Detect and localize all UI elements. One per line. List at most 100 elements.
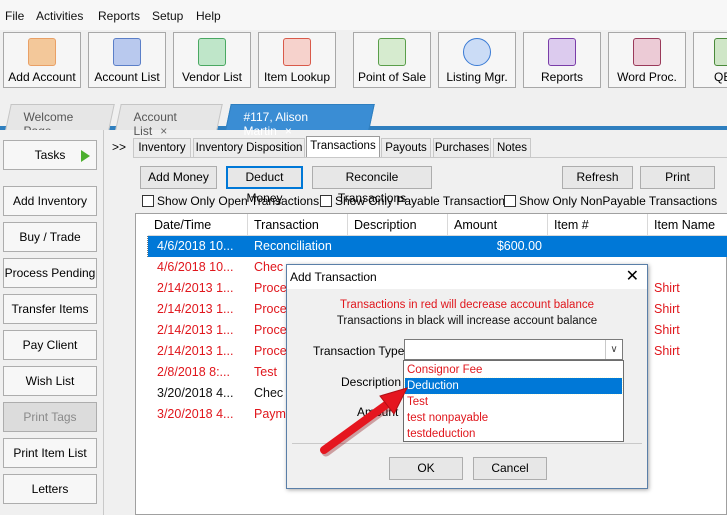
menu-file[interactable]: File (5, 9, 24, 23)
tab-inventory-disposition[interactable]: Inventory Disposition (193, 138, 305, 158)
table-row[interactable]: 4/6/2018 10... Reconciliation $600.00 (136, 236, 727, 257)
column-header-item-name[interactable]: Item Name (648, 214, 727, 236)
sidebar-buy-trade-button[interactable]: Buy / Trade (3, 222, 97, 252)
table-cell-item-name (648, 404, 727, 425)
ok-button[interactable]: OK (389, 457, 463, 480)
deduct-money-button[interactable]: Deduct Money (226, 166, 303, 205)
tab-alison-martin[interactable]: #117, Alison Martin × (225, 104, 375, 138)
increase-note: Transactions in black will increase acco… (336, 315, 598, 327)
word-processor-label: Word Proc. (617, 70, 677, 84)
reconcile-transactions-button[interactable]: Reconcile Transactions (312, 166, 432, 205)
description-label: Description (341, 375, 402, 389)
reports-button[interactable]: Reports (523, 32, 601, 88)
column-header-item-number[interactable]: Item # (548, 214, 648, 236)
checkbox-icon (142, 195, 154, 207)
sidebar-wish-list-button[interactable]: Wish List (3, 366, 97, 396)
add-account-label: Add Account (8, 70, 76, 84)
add-money-button[interactable]: Add Money (140, 166, 217, 189)
tabs-overflow-chevron[interactable]: >> (112, 140, 126, 154)
listing-manager-icon (463, 38, 491, 66)
option-testdeduction[interactable]: testdeduction (405, 426, 622, 442)
reports-label: Reports (540, 70, 584, 84)
column-header-date[interactable]: Date/Time (148, 214, 248, 236)
word-processor-button[interactable]: Word Proc. (608, 32, 686, 88)
point-of-sale-button[interactable]: Point of Sale (353, 32, 431, 88)
tab-welcome-page[interactable]: Welcome Page (5, 104, 115, 138)
payable-only-label: Show Only Payable Transactions (335, 194, 512, 208)
listing-manager-button[interactable]: Listing Mgr. (438, 32, 516, 88)
table-cell-amount: $600.00 (496, 239, 542, 253)
account-list-button[interactable]: Account List (88, 32, 166, 88)
sidebar-letters-button[interactable]: Letters (3, 474, 97, 504)
table-cell-item-name (648, 236, 727, 257)
table-cell-item-name: Shirt (654, 281, 680, 295)
quickbooks-button[interactable]: QB (693, 32, 727, 88)
menu-setup[interactable]: Setup (152, 9, 183, 23)
table-cell-date: 2/14/2013 1... (157, 302, 234, 316)
refresh-button[interactable]: Refresh (562, 166, 633, 189)
sidebar-pay-client-button[interactable]: Pay Client (3, 330, 97, 360)
payable-only-checkbox[interactable]: Show Only Payable Transactions (320, 194, 511, 208)
tab-notes[interactable]: Notes (493, 138, 531, 158)
tab-account-list-label: Account List (133, 110, 177, 138)
tab-inventory[interactable]: Inventory (133, 138, 191, 158)
table-cell-date: 2/8/2018 8:... (157, 365, 230, 379)
amount-label: Amount (357, 405, 399, 419)
dialog-title: Add Transaction (290, 270, 377, 284)
sidebar-process-pending-button[interactable]: Process Pending (3, 258, 97, 288)
tab-account-list[interactable]: Account List × (115, 104, 223, 138)
checkbox-icon (320, 195, 332, 207)
point-of-sale-icon (378, 38, 406, 66)
option-consignor-fee[interactable]: Consignor Fee (405, 362, 622, 378)
document-tab-strip: Welcome Page Account List× #117, Alison … (0, 96, 727, 138)
cancel-button[interactable]: Cancel (473, 457, 547, 480)
sidebar-transfer-items-button[interactable]: Transfer Items (3, 294, 97, 324)
menu-help[interactable]: Help (196, 9, 221, 23)
tab-purchases[interactable]: Purchases (433, 138, 491, 158)
add-account-icon (28, 38, 56, 66)
sidebar-print-item-list-button[interactable]: Print Item List (3, 438, 97, 468)
vendor-list-button[interactable]: Vendor List (173, 32, 251, 88)
sidebar-tasks-label: Tasks (34, 148, 66, 162)
column-header-transaction[interactable]: Transaction (248, 214, 348, 236)
item-lookup-icon (283, 38, 311, 66)
transaction-type-select[interactable]: ∨ (404, 339, 623, 360)
item-lookup-label: Item Lookup (263, 70, 331, 84)
account-list-icon (113, 38, 141, 66)
quickbooks-icon (714, 38, 727, 66)
sidebar-print-tags-button[interactable]: Print Tags (3, 402, 97, 432)
option-test[interactable]: Test (405, 394, 622, 410)
transaction-type-dropdown: Consignor Fee Deduction Test test nonpay… (403, 360, 624, 442)
table-cell-description (348, 236, 448, 257)
table-cell-item-name: Shirt (654, 302, 680, 316)
menu-reports[interactable]: Reports (98, 9, 140, 23)
open-only-checkbox[interactable]: Show Only Open Transactions (142, 194, 319, 208)
toolbar: Add Account Account List Vendor List Ite… (0, 30, 727, 92)
tab-payouts[interactable]: Payouts (381, 138, 431, 158)
account-list-label: Account List (94, 70, 160, 84)
checkbox-icon (504, 195, 516, 207)
listing-manager-label: Listing Mgr. (446, 70, 508, 84)
column-header-description[interactable]: Description (348, 214, 448, 236)
print-button[interactable]: Print (640, 166, 715, 189)
option-deduction[interactable]: Deduction (404, 377, 623, 395)
decrease-note: Transactions in red will decrease accoun… (340, 299, 594, 311)
open-only-label: Show Only Open Transactions (157, 194, 320, 208)
close-icon[interactable]: ✕ (626, 267, 639, 287)
tab-transactions[interactable]: Transactions (306, 136, 380, 158)
chevron-down-icon[interactable]: ∨ (605, 340, 622, 359)
menu-bar: File Activities Reports Setup Help (0, 0, 727, 30)
item-lookup-button[interactable]: Item Lookup (258, 32, 336, 88)
add-account-button[interactable]: Add Account (3, 32, 81, 88)
column-header-amount[interactable]: Amount (448, 214, 548, 236)
menu-activities[interactable]: Activities (36, 9, 83, 23)
table-cell-date: 4/6/2018 10... (157, 260, 234, 274)
nonpayable-only-label: Show Only NonPayable Transactions (519, 194, 718, 208)
option-test-nonpayable[interactable]: test nonpayable (405, 410, 622, 426)
table-cell-date: 4/6/2018 10... (157, 239, 234, 253)
dialog-title-bar: Add Transaction ✕ (287, 265, 647, 289)
sidebar-tasks-button[interactable]: Tasks (3, 140, 97, 170)
row-focus-marker (136, 236, 148, 257)
sidebar-add-inventory-button[interactable]: Add Inventory (3, 186, 97, 216)
nonpayable-only-checkbox[interactable]: Show Only NonPayable Transactions (504, 194, 717, 208)
